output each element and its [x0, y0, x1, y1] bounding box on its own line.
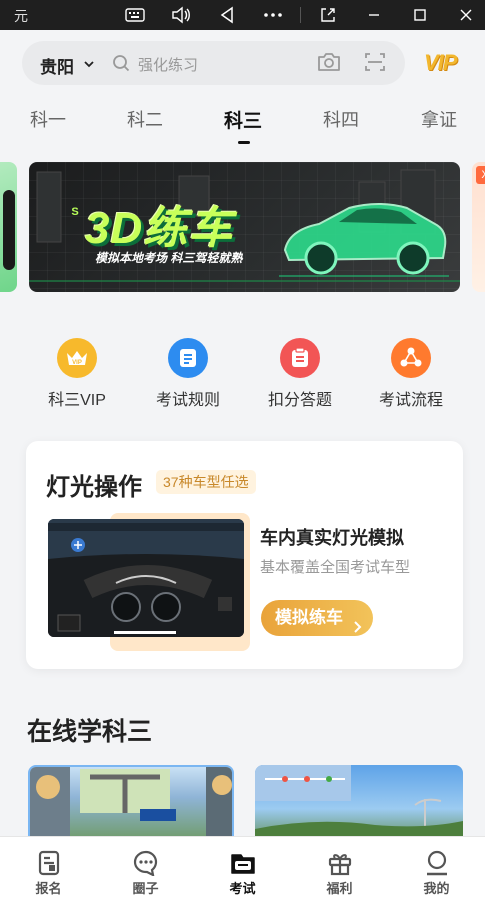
quick-entry-label: 科三VIP [48, 392, 106, 409]
bottom-navigation: 报名 圈子 考试 福利 我的 [0, 836, 485, 898]
banner-next-peek[interactable]: X [472, 162, 485, 292]
vip-icon: VIP [57, 338, 97, 378]
nav-label: 我的 [423, 881, 450, 896]
card-title: 灯光操作 [46, 474, 142, 501]
exam-folder-icon [230, 850, 256, 876]
road-scene-thumbnail-icon [255, 765, 463, 845]
card-tag: 37种车型任选 [156, 470, 256, 494]
window-title: 元 [14, 8, 28, 24]
quick-entry-label: 扣分答题 [267, 392, 332, 409]
road-map-thumbnail-icon [30, 767, 232, 843]
titlebar-divider [300, 7, 301, 23]
app-root: 元 贵阳 强化练习 VIP 科一 科二 科三 科四 拿证 S 3D练车 模拟本地… [0, 0, 485, 898]
nav-community[interactable]: 圈子 [97, 837, 194, 898]
back-triangle-icon[interactable] [216, 4, 238, 26]
volume-icon[interactable] [170, 4, 192, 26]
minimize-icon[interactable] [363, 4, 385, 26]
banner-carousel[interactable]: S 3D练车 模拟本地考场 科三驾轻就熟 X [0, 162, 485, 294]
quick-entry-label: 考试流程 [378, 392, 443, 409]
chevron-down-icon[interactable] [84, 56, 94, 74]
tab-indicator [238, 141, 250, 144]
chevron-right-icon [353, 611, 363, 647]
tab-license[interactable]: 拿证 [421, 106, 457, 132]
svg-text:VIP: VIP [72, 360, 82, 366]
nav-label: 报名 [35, 881, 62, 896]
keyboard-icon[interactable] [124, 4, 146, 26]
close-icon[interactable] [455, 4, 477, 26]
button-label: 模拟练车 [275, 608, 343, 627]
document-icon [168, 338, 208, 378]
gift-icon [327, 850, 353, 876]
scan-icon[interactable] [364, 51, 386, 78]
section-title-online: 在线学科三 [27, 718, 153, 746]
vip-logo[interactable]: VIP [424, 50, 457, 76]
banner-prev-peek[interactable] [0, 162, 17, 292]
nav-register[interactable]: 报名 [0, 837, 97, 898]
banner-badge: S [71, 206, 79, 218]
tab-subject-4[interactable]: 科四 [323, 106, 359, 132]
quick-entries: VIP 科三VIP 考试规则 扣分答题 考试流程 [0, 330, 485, 410]
city-selector[interactable]: 贵阳 [40, 53, 74, 78]
chat-bubble-icon [133, 850, 159, 876]
maximize-icon[interactable] [409, 4, 431, 26]
card-description: 基本覆盖全国考试车型 [260, 559, 411, 576]
nav-label: 圈子 [132, 881, 159, 896]
card-heading: 车内真实灯光模拟 [260, 528, 404, 548]
clipboard-icon [280, 338, 320, 378]
tab-subject-2[interactable]: 科二 [127, 106, 163, 132]
nav-profile[interactable]: 我的 [388, 837, 485, 898]
tab-subject-1[interactable]: 科一 [30, 106, 66, 132]
search-input[interactable]: 强化练习 [138, 54, 198, 75]
app-header: 贵阳 强化练习 VIP [0, 30, 485, 98]
dashboard-illustration-icon [48, 519, 244, 637]
quick-entry-process[interactable]: 考试流程 [361, 330, 461, 410]
share-flow-icon [391, 338, 431, 378]
register-icon [36, 850, 62, 876]
video-card-road-map[interactable] [28, 765, 234, 845]
more-icon[interactable] [262, 4, 284, 26]
window-titlebar: 元 [0, 0, 485, 30]
simulate-practice-button[interactable]: 模拟练车 [261, 600, 373, 636]
nav-exam[interactable]: 考试 [194, 837, 291, 898]
video-card-road-sign[interactable] [255, 765, 463, 845]
car-illustration-icon [279, 203, 449, 277]
quick-entry-rules[interactable]: 考试规则 [138, 330, 238, 410]
profile-icon [424, 850, 450, 876]
quick-entry-vip[interactable]: VIP 科三VIP [27, 330, 127, 410]
quick-entry-label: 考试规则 [155, 392, 220, 409]
camera-icon[interactable] [316, 51, 342, 78]
search-bar[interactable]: 贵阳 强化练习 [22, 41, 405, 85]
nav-label: 考试 [229, 881, 256, 896]
nav-benefits[interactable]: 福利 [291, 837, 388, 898]
banner-3d-practice[interactable]: S 3D练车 模拟本地考场 科三驾轻就熟 [29, 162, 460, 292]
tab-subject-3[interactable]: 科三 [224, 106, 262, 133]
light-operation-card[interactable]: 灯光操作 37种车型任选 车内真实灯光模拟 基本覆盖全国考试车型 模拟练车 [26, 441, 463, 669]
popout-icon[interactable] [317, 4, 339, 26]
dashboard-thumbnail[interactable] [48, 519, 244, 637]
banner-subtitle: 模拟本地考场 科三驾轻就熟 [95, 251, 243, 265]
quick-entry-deduction[interactable]: 扣分答题 [250, 330, 350, 410]
nav-label: 福利 [326, 881, 353, 896]
subject-tabs: 科一 科二 科三 科四 拿证 [0, 98, 485, 148]
banner-title: 3D练车 [85, 204, 234, 253]
search-icon [112, 54, 130, 77]
